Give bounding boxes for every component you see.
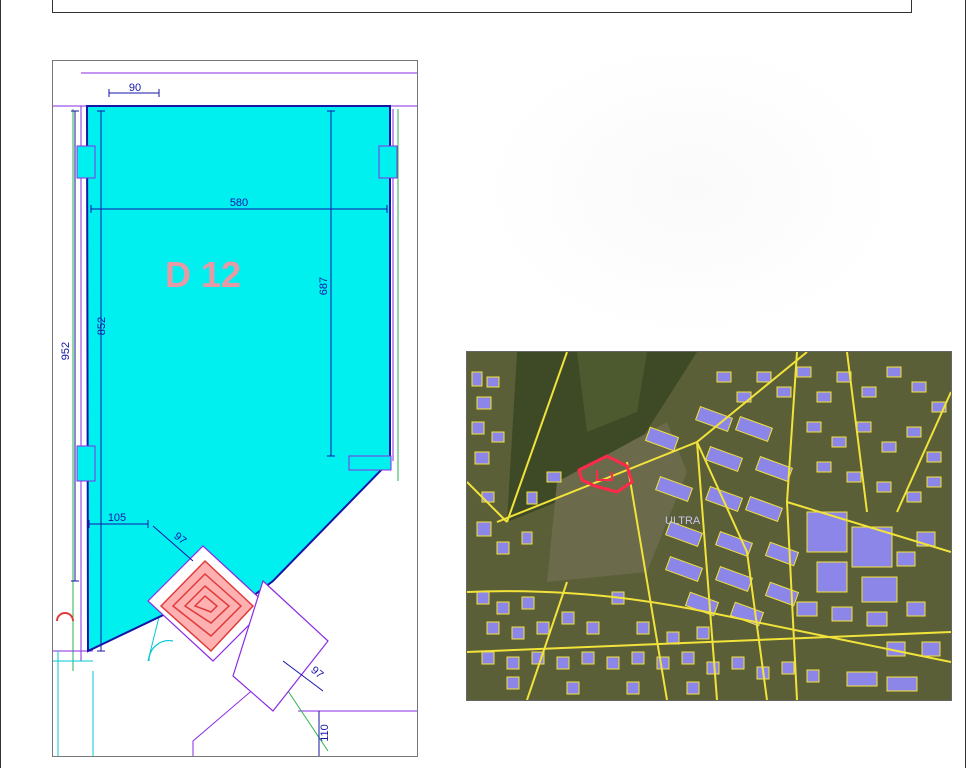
column <box>378 145 398 179</box>
door-arc <box>56 612 74 622</box>
dim-label-top: 90 <box>129 82 141 94</box>
dim-label-width: 580 <box>230 197 248 209</box>
column <box>76 145 96 179</box>
dim-label-height-inner: 687 <box>318 277 330 295</box>
faded-area <box>480 40 900 340</box>
page-border-left <box>0 0 1 768</box>
dim-label-height-outer: 952 <box>60 342 72 360</box>
column <box>76 445 96 482</box>
header-banner <box>52 0 912 13</box>
dim-label-bottom: 110 <box>319 724 331 742</box>
dim-label-stair-diag: 97 <box>308 664 325 681</box>
unit-area <box>85 105 391 653</box>
location-map: ULTRA <box>466 351 952 701</box>
dim-label-height-mid: 852 <box>96 317 108 335</box>
floor-plan: 90 580 687 852 952 105 97 97 110 D 12 <box>52 60 418 757</box>
dim-label-bottom-left: 105 <box>108 512 126 524</box>
unit-label: D 12 <box>165 254 241 295</box>
street-label: ULTRA <box>665 515 701 527</box>
column <box>348 455 392 471</box>
dim-line <box>71 110 79 582</box>
